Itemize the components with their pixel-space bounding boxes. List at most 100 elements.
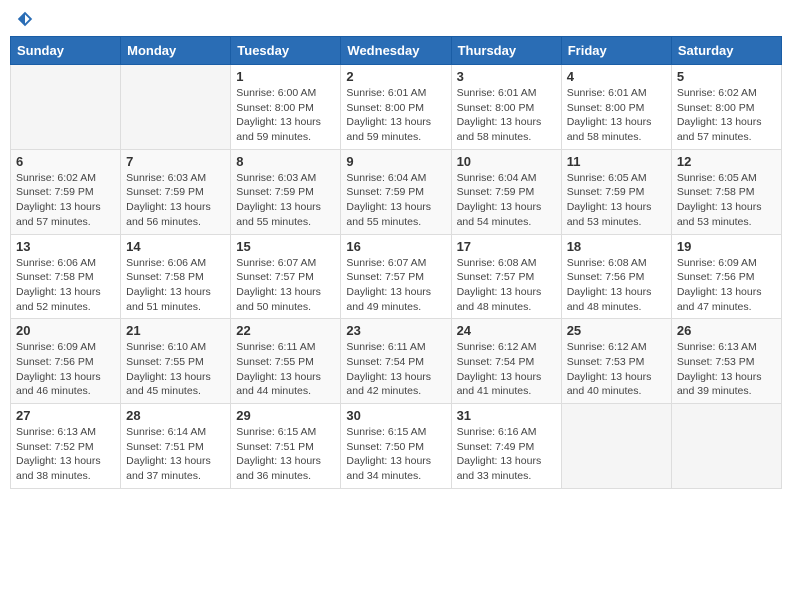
day-number: 28 (126, 408, 225, 423)
day-info: Sunrise: 6:03 AM Sunset: 7:59 PM Dayligh… (126, 171, 225, 230)
day-info: Sunrise: 6:12 AM Sunset: 7:54 PM Dayligh… (457, 340, 556, 399)
calendar-cell: 20Sunrise: 6:09 AM Sunset: 7:56 PM Dayli… (11, 319, 121, 404)
day-info: Sunrise: 6:04 AM Sunset: 7:59 PM Dayligh… (457, 171, 556, 230)
calendar-cell: 4Sunrise: 6:01 AM Sunset: 8:00 PM Daylig… (561, 65, 671, 150)
day-info: Sunrise: 6:09 AM Sunset: 7:56 PM Dayligh… (16, 340, 115, 399)
day-number: 11 (567, 154, 666, 169)
day-info: Sunrise: 6:05 AM Sunset: 7:58 PM Dayligh… (677, 171, 776, 230)
calendar-cell: 31 Sunrise: 6:16 AM Sunset: 7:49 PM Dayli… (451, 404, 561, 489)
day-info: Sunrise: 6:12 AM Sunset: 7:53 PM Dayligh… (567, 340, 666, 399)
calendar-cell (671, 404, 781, 489)
day-number: 22 (236, 323, 335, 338)
day-info: Sunrise: 6:14 AM Sunset: 7:51 PM Dayligh… (126, 425, 225, 484)
calendar-cell: 29 Sunrise: 6:15 AM Sunset: 7:51 PM Dayli… (231, 404, 341, 489)
day-number: 25 (567, 323, 666, 338)
day-info: Sunrise: 6:11 AM Sunset: 7:55 PM Dayligh… (236, 340, 335, 399)
day-info: Sunrise: 6:10 AM Sunset: 7:55 PM Dayligh… (126, 340, 225, 399)
day-info: Sunrise: 6:00 AM Sunset: 8:00 PM Dayligh… (236, 86, 335, 145)
day-info: Sunrise: 6:06 AM Sunset: 7:58 PM Dayligh… (126, 256, 225, 315)
day-number: 29 (236, 408, 335, 423)
day-number: 12 (677, 154, 776, 169)
day-number: 27 (16, 408, 115, 423)
calendar-cell (121, 65, 231, 150)
calendar-cell (561, 404, 671, 489)
day-number: 21 (126, 323, 225, 338)
logo-icon (16, 10, 34, 28)
calendar-cell: 13 Sunrise: 6:06 AM Sunset: 7:58 PM Dayli… (11, 234, 121, 319)
week-row-1: 1Sunrise: 6:00 AM Sunset: 8:00 PM Daylig… (11, 65, 782, 150)
day-number: 13 (16, 239, 115, 254)
day-info: Sunrise: 6:08 AM Sunset: 7:57 PM Dayligh… (457, 256, 556, 315)
calendar-cell: 18Sunrise: 6:08 AM Sunset: 7:56 PM Dayli… (561, 234, 671, 319)
calendar-header-row: SundayMondayTuesdayWednesdayThursdayFrid… (11, 37, 782, 65)
day-number: 31 (457, 408, 556, 423)
page-header (10, 10, 782, 28)
calendar-cell: 19 Sunrise: 6:09 AM Sunset: 7:56 PM Dayli… (671, 234, 781, 319)
week-row-2: 6 Sunrise: 6:02 AM Sunset: 7:59 PM Daylig… (11, 149, 782, 234)
calendar-cell: 9 Sunrise: 6:04 AM Sunset: 7:59 PM Daylig… (341, 149, 451, 234)
calendar-cell: 10 Sunrise: 6:04 AM Sunset: 7:59 PM Dayli… (451, 149, 561, 234)
day-info: Sunrise: 6:05 AM Sunset: 7:59 PM Dayligh… (567, 171, 666, 230)
day-number: 7 (126, 154, 225, 169)
day-number: 23 (346, 323, 445, 338)
day-number: 26 (677, 323, 776, 338)
day-header-wednesday: Wednesday (341, 37, 451, 65)
day-number: 10 (457, 154, 556, 169)
day-info: Sunrise: 6:02 AM Sunset: 8:00 PM Dayligh… (677, 86, 776, 145)
day-info: Sunrise: 6:06 AM Sunset: 7:58 PM Dayligh… (16, 256, 115, 315)
day-info: Sunrise: 6:03 AM Sunset: 7:59 PM Dayligh… (236, 171, 335, 230)
calendar-cell: 15 Sunrise: 6:07 AM Sunset: 7:57 PM Dayli… (231, 234, 341, 319)
day-number: 9 (346, 154, 445, 169)
week-row-3: 13 Sunrise: 6:06 AM Sunset: 7:58 PM Dayli… (11, 234, 782, 319)
day-number: 14 (126, 239, 225, 254)
day-number: 19 (677, 239, 776, 254)
calendar-cell: 8 Sunrise: 6:03 AM Sunset: 7:59 PM Daylig… (231, 149, 341, 234)
calendar-cell: 23 Sunrise: 6:11 AM Sunset: 7:54 PM Dayli… (341, 319, 451, 404)
day-header-saturday: Saturday (671, 37, 781, 65)
calendar-cell: 17 Sunrise: 6:08 AM Sunset: 7:57 PM Dayli… (451, 234, 561, 319)
week-row-4: 20Sunrise: 6:09 AM Sunset: 7:56 PM Dayli… (11, 319, 782, 404)
calendar-cell: 5 Sunrise: 6:02 AM Sunset: 8:00 PM Daylig… (671, 65, 781, 150)
calendar-cell: 26 Sunrise: 6:13 AM Sunset: 7:53 PM Dayli… (671, 319, 781, 404)
day-info: Sunrise: 6:11 AM Sunset: 7:54 PM Dayligh… (346, 340, 445, 399)
calendar-cell: 24 Sunrise: 6:12 AM Sunset: 7:54 PM Dayli… (451, 319, 561, 404)
day-info: Sunrise: 6:13 AM Sunset: 7:52 PM Dayligh… (16, 425, 115, 484)
calendar-cell: 14 Sunrise: 6:06 AM Sunset: 7:58 PM Dayli… (121, 234, 231, 319)
day-info: Sunrise: 6:02 AM Sunset: 7:59 PM Dayligh… (16, 171, 115, 230)
day-info: Sunrise: 6:07 AM Sunset: 7:57 PM Dayligh… (346, 256, 445, 315)
day-number: 24 (457, 323, 556, 338)
day-number: 2 (346, 69, 445, 84)
day-info: Sunrise: 6:16 AM Sunset: 7:49 PM Dayligh… (457, 425, 556, 484)
calendar-cell: 3 Sunrise: 6:01 AM Sunset: 8:00 PM Daylig… (451, 65, 561, 150)
day-header-friday: Friday (561, 37, 671, 65)
week-row-5: 27 Sunrise: 6:13 AM Sunset: 7:52 PM Dayli… (11, 404, 782, 489)
day-info: Sunrise: 6:15 AM Sunset: 7:50 PM Dayligh… (346, 425, 445, 484)
day-header-thursday: Thursday (451, 37, 561, 65)
day-info: Sunrise: 6:04 AM Sunset: 7:59 PM Dayligh… (346, 171, 445, 230)
day-header-sunday: Sunday (11, 37, 121, 65)
calendar-cell: 11 Sunrise: 6:05 AM Sunset: 7:59 PM Dayli… (561, 149, 671, 234)
calendar-cell: 2Sunrise: 6:01 AM Sunset: 8:00 PM Daylig… (341, 65, 451, 150)
day-number: 17 (457, 239, 556, 254)
day-number: 5 (677, 69, 776, 84)
day-number: 8 (236, 154, 335, 169)
calendar-cell: 28 Sunrise: 6:14 AM Sunset: 7:51 PM Dayli… (121, 404, 231, 489)
day-number: 30 (346, 408, 445, 423)
calendar-cell (11, 65, 121, 150)
calendar-table: SundayMondayTuesdayWednesdayThursdayFrid… (10, 36, 782, 489)
day-info: Sunrise: 6:07 AM Sunset: 7:57 PM Dayligh… (236, 256, 335, 315)
logo (14, 10, 34, 28)
day-info: Sunrise: 6:15 AM Sunset: 7:51 PM Dayligh… (236, 425, 335, 484)
calendar-cell: 16Sunrise: 6:07 AM Sunset: 7:57 PM Dayli… (341, 234, 451, 319)
day-number: 3 (457, 69, 556, 84)
day-number: 6 (16, 154, 115, 169)
calendar-cell: 27 Sunrise: 6:13 AM Sunset: 7:52 PM Dayli… (11, 404, 121, 489)
day-header-tuesday: Tuesday (231, 37, 341, 65)
day-info: Sunrise: 6:13 AM Sunset: 7:53 PM Dayligh… (677, 340, 776, 399)
day-info: Sunrise: 6:01 AM Sunset: 8:00 PM Dayligh… (457, 86, 556, 145)
calendar-cell: 6 Sunrise: 6:02 AM Sunset: 7:59 PM Daylig… (11, 149, 121, 234)
calendar-cell: 21 Sunrise: 6:10 AM Sunset: 7:55 PM Dayli… (121, 319, 231, 404)
day-info: Sunrise: 6:08 AM Sunset: 7:56 PM Dayligh… (567, 256, 666, 315)
day-number: 15 (236, 239, 335, 254)
day-info: Sunrise: 6:09 AM Sunset: 7:56 PM Dayligh… (677, 256, 776, 315)
